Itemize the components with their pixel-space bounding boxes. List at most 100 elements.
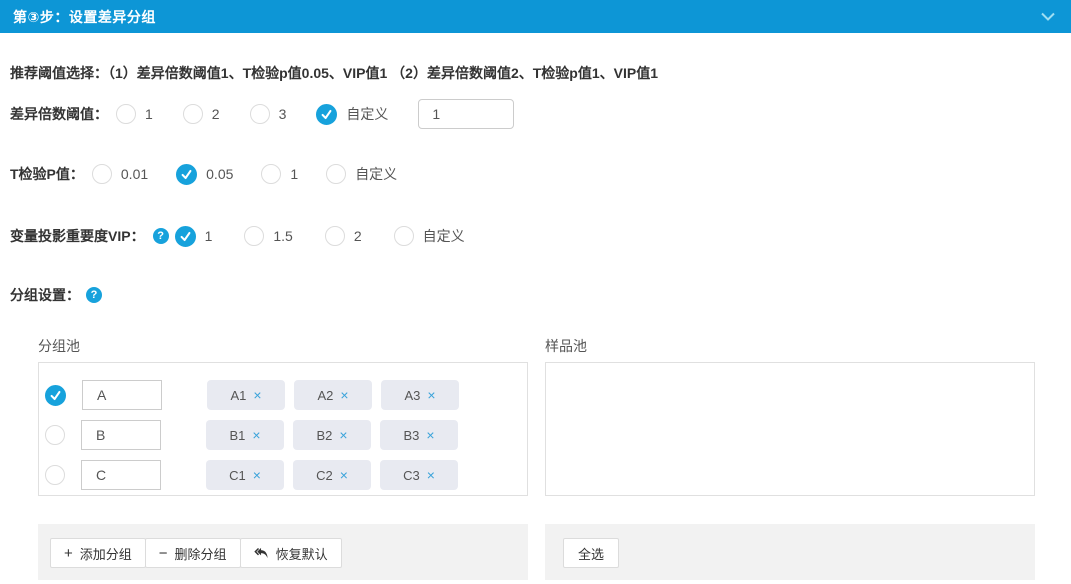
add-group-button[interactable]: + 添加分组 (50, 538, 146, 568)
group-pool-actions: + 添加分组 − 删除分组 恢复默认 (50, 538, 342, 580)
group-a-radio[interactable] (45, 385, 66, 406)
vip-option-custom[interactable]: 自定义 (394, 226, 465, 246)
radio-label: 1 (290, 166, 298, 182)
close-icon[interactable]: × (427, 388, 435, 402)
group-row-a: A1 × A2 × A3 × (45, 380, 527, 410)
check-icon (180, 168, 193, 181)
minus-icon: − (159, 545, 168, 562)
vip-help-icon[interactable]: ? (153, 228, 169, 244)
radio-label: 2 (354, 228, 362, 244)
fold-change-option-1[interactable]: 1 (116, 104, 153, 124)
radio-label: 1.5 (273, 228, 292, 244)
fold-change-option-3[interactable]: 3 (250, 104, 287, 124)
radio-checked-icon (45, 385, 66, 406)
radio-icon (261, 164, 281, 184)
vip-option-2[interactable]: 2 (325, 226, 362, 246)
sample-pool-box (545, 362, 1035, 496)
radio-icon (92, 164, 112, 184)
radio-icon (394, 226, 414, 246)
radio-label: 1 (145, 106, 153, 122)
sample-tag-label: C3 (403, 468, 420, 483)
fold-change-label: 差异倍数阈值： (10, 104, 108, 124)
group-a-name-input[interactable] (82, 380, 162, 410)
fold-change-option-2[interactable]: 2 (183, 104, 220, 124)
group-c-name-input[interactable] (81, 460, 161, 490)
radio-icon (325, 226, 345, 246)
group-c-radio[interactable] (45, 465, 65, 485)
check-icon (49, 389, 62, 402)
p-value-option-1[interactable]: 1 (261, 164, 298, 184)
sample-tag-label: C1 (229, 468, 246, 483)
radio-icon (183, 104, 203, 124)
group-a-samples: A1 × A2 × A3 × (207, 380, 459, 410)
plus-icon: + (64, 545, 73, 562)
radio-label: 自定义 (355, 164, 397, 184)
pools-section: 分组池 A1 × (38, 336, 1071, 580)
p-value-label: T检验P值： (10, 164, 84, 184)
fold-change-custom-input[interactable] (418, 99, 514, 129)
close-icon[interactable]: × (426, 428, 434, 442)
sample-tag[interactable]: C2 × (293, 460, 371, 490)
sample-pool-footer: 全选 (545, 524, 1035, 580)
select-all-button[interactable]: 全选 (563, 538, 619, 568)
radio-label: 自定义 (423, 226, 465, 246)
sample-tag[interactable]: A3 × (381, 380, 459, 410)
group-b-name-input[interactable] (81, 420, 161, 450)
group-settings-help-icon[interactable]: ? (86, 287, 102, 303)
sample-tag[interactable]: C1 × (206, 460, 284, 490)
fold-change-option-custom[interactable]: 自定义 (316, 104, 388, 125)
radio-checked-icon (176, 164, 197, 185)
radio-icon (326, 164, 346, 184)
vip-label: 变量投影重要度VIP： (10, 226, 145, 246)
collapse-button[interactable] (1041, 12, 1055, 21)
sample-tag-label: B3 (403, 428, 419, 443)
close-icon[interactable]: × (253, 468, 261, 482)
p-value-option-custom[interactable]: 自定义 (326, 164, 397, 184)
remove-group-button[interactable]: − 删除分组 (145, 538, 241, 568)
vip-option-1[interactable]: 1 (175, 226, 213, 247)
group-pool-box: A1 × A2 × A3 × (38, 362, 528, 496)
sample-tag[interactable]: B3 × (380, 420, 458, 450)
group-c-samples: C1 × C2 × C3 × (206, 460, 458, 490)
select-all-label: 全选 (578, 544, 604, 563)
close-icon[interactable]: × (253, 388, 261, 402)
sample-tag[interactable]: B2 × (293, 420, 371, 450)
radio-label: 3 (279, 106, 287, 122)
sample-tag-label: A2 (317, 388, 333, 403)
sample-tag[interactable]: A1 × (207, 380, 285, 410)
sample-tag[interactable]: A2 × (294, 380, 372, 410)
p-value-option-0.01[interactable]: 0.01 (92, 164, 148, 184)
remove-group-label: 删除分组 (175, 544, 227, 563)
p-value-row: T检验P值： 0.01 0.05 1 自定义 (10, 159, 1071, 189)
p-value-option-0.05[interactable]: 0.05 (176, 164, 233, 185)
page-title: 第③步：设置差异分组 (13, 7, 156, 27)
check-icon (320, 108, 333, 121)
group-b-radio[interactable] (45, 425, 65, 445)
sample-tag[interactable]: B1 × (206, 420, 284, 450)
add-group-label: 添加分组 (80, 544, 132, 563)
sample-pool-column: 样品池 全选 (545, 336, 1035, 580)
sample-tag-label: A3 (404, 388, 420, 403)
close-icon[interactable]: × (339, 428, 347, 442)
vip-option-1.5[interactable]: 1.5 (244, 226, 292, 246)
radio-icon (45, 465, 65, 485)
close-icon[interactable]: × (340, 468, 348, 482)
sample-tag[interactable]: C3 × (380, 460, 458, 490)
sample-tag-label: C2 (316, 468, 333, 483)
close-icon[interactable]: × (340, 388, 348, 402)
close-icon[interactable]: × (252, 428, 260, 442)
step-panel-header: 第③步：设置差异分组 (0, 0, 1071, 33)
close-icon[interactable]: × (427, 468, 435, 482)
radio-label: 0.01 (121, 166, 148, 182)
restore-default-label: 恢复默认 (276, 544, 328, 563)
radio-icon (116, 104, 136, 124)
group-pool-footer: + 添加分组 − 删除分组 恢复默认 (38, 524, 528, 580)
restore-default-button[interactable]: 恢复默认 (240, 538, 342, 568)
radio-icon (45, 425, 65, 445)
panel-content: 推荐阈值选择：（1）差异倍数阈值1、T检验p值0.05、VIP值1 （2）差异倍… (0, 65, 1071, 580)
group-row-b: B1 × B2 × B3 × (45, 420, 527, 450)
group-pool-title: 分组池 (38, 336, 528, 353)
radio-icon (250, 104, 270, 124)
undo-icon (254, 547, 269, 560)
radio-label: 1 (205, 228, 213, 244)
